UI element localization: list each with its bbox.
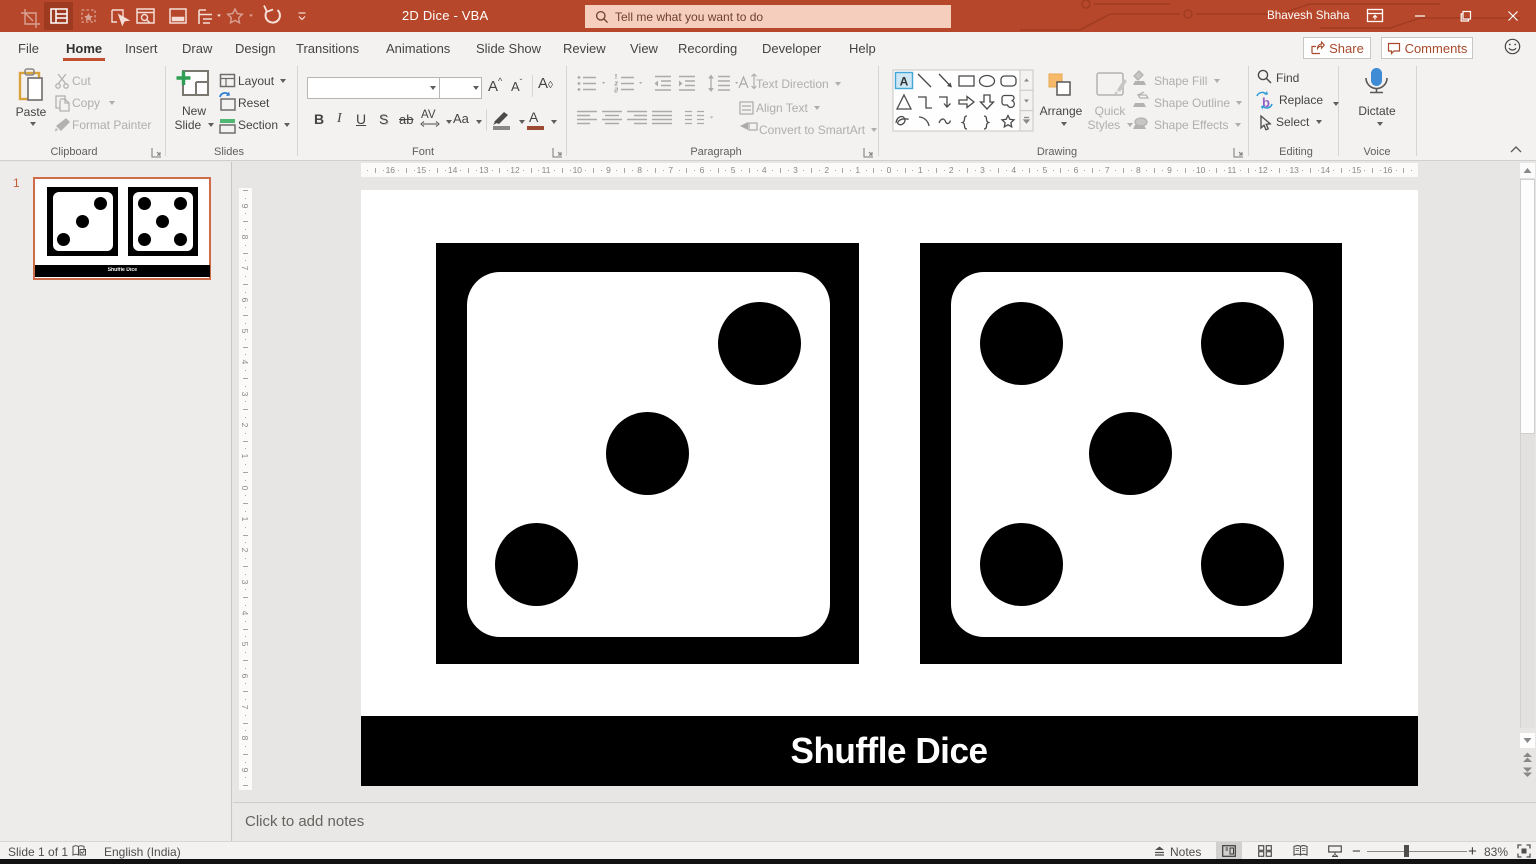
svg-text:A: A	[900, 75, 909, 89]
